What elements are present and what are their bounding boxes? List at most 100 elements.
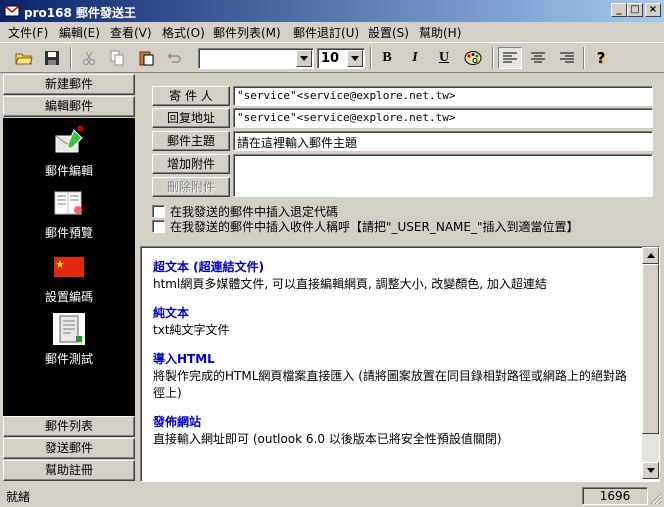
menu-unsubscribe[interactable]: 郵件退訂(U) [293,24,359,41]
sender-input[interactable]: "service"<service@explore.net.tw> [233,86,653,106]
menu-edit[interactable]: 編輯(E) [59,24,100,41]
mail-edit-icon [55,126,83,153]
align-right-button[interactable] [555,47,579,69]
sidebar: 新建郵件 編輯郵件 郵件編輯 郵件預覽 設置編碼 郵件測試 郵件列表 發送郵件 … [3,74,135,482]
title-bar[interactable]: pro168 郵件發送王 _ □ × [0,0,664,22]
tab-edit-mail[interactable]: 編輯郵件 [3,96,135,117]
mail-type-list: 超文本 (超連結文件) html網頁多媒體文件, 可以直接編輯網頁, 調整大小,… [141,247,644,479]
font-size-select[interactable]: 10 [317,48,365,69]
folder-open-icon [15,53,33,65]
arrow-down-icon [646,468,655,473]
reply-address-input[interactable]: "service"<service@explore.net.tw> [233,108,653,128]
menu-settings[interactable]: 設置(S) [368,24,409,41]
undo-button[interactable] [162,47,186,69]
bold-button[interactable]: B [375,47,399,69]
remove-attachment-button[interactable]: 刪除附件 [152,177,230,197]
recipient-name-checkbox[interactable] [152,219,165,233]
mail-header-form: 寄 件 人 "service"<service@explore.net.tw> … [140,74,660,240]
toolbar: 10 B I U ? [0,42,664,73]
align-left-button[interactable] [498,47,522,69]
recipient-name-check-label: 在我發送的郵件中插入收件人稱呼【請把"_USER_NAME_"插入到適當位置】 [170,219,579,234]
tab-send-mail[interactable]: 發送郵件 [3,438,135,459]
toolbar-separator [492,47,494,69]
cut-button[interactable] [77,47,101,69]
scroll-icon [53,313,85,345]
clipboard-icon [139,51,154,66]
color-button[interactable] [461,47,485,69]
toolbar-separator [370,47,372,69]
sidebar-item-encoding[interactable]: 設置編碼 [3,250,135,305]
mail-type-title[interactable]: 超文本 (超連結文件) [153,259,632,276]
sidebar-item-label: 設置編碼 [44,290,93,304]
tab-help-register[interactable]: 幫助註冊 [3,460,135,481]
reply-address-button[interactable]: 回复地址 [152,108,230,128]
font-name-select[interactable] [198,48,314,69]
status-count: 1696 [582,487,648,505]
copy-button[interactable] [105,47,129,69]
scroll-up-button[interactable] [642,247,659,264]
paste-button[interactable] [134,47,158,69]
underline-button[interactable]: U [432,47,456,69]
resize-grip-icon[interactable] [650,493,662,505]
mail-type-plain-text[interactable]: 純文本 txt純文字文件 [153,305,632,339]
menu-help[interactable]: 幫助(H) [419,24,461,41]
mail-type-publish-site[interactable]: 發佈網站 直接輸入網址即可 (outlook 6.0 以後版本已將安全性預設值關… [153,414,632,448]
menu-bar: 文件(F) 編輯(E) 查看(V) 格式(O) 郵件列表(M) 郵件退訂(U) … [0,22,664,41]
help-button[interactable]: ? [589,47,613,69]
menu-view[interactable]: 查看(V) [110,24,152,41]
mail-type-import-html[interactable]: 導入HTML 將製作完成的HTML網頁檔案直接匯入 (請將圖案放置在同目錄相對路… [153,351,632,402]
flag-icon [54,257,84,277]
minimize-button[interactable]: _ [611,3,627,17]
subject-button[interactable]: 郵件主題 [152,131,230,151]
sidebar-item-label: 郵件測試 [44,352,93,366]
sidebar-item-label: 郵件編輯 [44,164,93,178]
floppy-icon [45,51,59,65]
mail-type-description: html網頁多媒體文件, 可以直接編輯網頁, 調整大小, 改變顏色, 加入超連結 [153,277,547,291]
save-button[interactable] [40,47,64,69]
palette-icon [464,51,482,65]
content-panel: 超文本 (超連結文件) html網頁多媒體文件, 可以直接編輯網頁, 調整大小,… [140,246,660,482]
copy-icon [110,50,124,66]
attachment-list[interactable] [233,154,653,197]
unsubscribe-checkbox[interactable] [152,204,165,218]
menu-format[interactable]: 格式(O) [162,24,205,41]
font-size-dropdown-icon[interactable] [347,50,363,67]
menu-file[interactable]: 文件(F) [8,24,48,41]
font-name-dropdown-icon[interactable] [296,50,312,67]
sidebar-item-mail-preview[interactable]: 郵件預覽 [3,186,135,241]
sidebar-item-mail-test[interactable]: 郵件測試 [3,312,135,367]
add-attachment-button[interactable]: 增加附件 [152,154,230,174]
menu-mail-list[interactable]: 郵件列表(M) [213,24,281,41]
mail-type-description: txt純文字文件 [153,323,230,337]
status-text: 就緒 [6,490,31,504]
open-button[interactable] [12,47,36,69]
scroll-down-button[interactable] [642,462,659,479]
scroll-thumb[interactable] [642,264,659,434]
maximize-button[interactable]: □ [627,3,643,17]
close-button[interactable]: × [645,3,661,17]
sidebar-item-label: 郵件預覽 [44,226,93,240]
mail-type-description: 直接輸入網址即可 (outlook 6.0 以後版本已將安全性預設值關閉) [153,432,502,446]
sender-button[interactable]: 寄 件 人 [152,86,230,106]
tab-mail-list[interactable]: 郵件列表 [3,416,135,437]
arrow-up-icon [646,253,655,258]
align-right-icon [560,52,574,63]
sidebar-item-mail-edit[interactable]: 郵件編輯 [3,124,135,179]
unsubscribe-check-row[interactable]: 在我發送的郵件中插入退定代碼 [152,204,338,219]
mail-type-title[interactable]: 純文本 [153,305,632,322]
align-center-button[interactable] [526,47,550,69]
mail-type-title[interactable]: 發佈網站 [153,414,632,431]
mail-type-title[interactable]: 導入HTML [153,351,632,368]
mail-type-rich-text[interactable]: 超文本 (超連結文件) html網頁多媒體文件, 可以直接編輯網頁, 調整大小,… [153,259,632,293]
toolbar-separator [583,47,585,69]
mail-type-description: 將製作完成的HTML網頁檔案直接匯入 (請將圖案放置在同目錄相對路徑或網路上的絕… [153,369,627,400]
app-icon [4,5,20,17]
subject-input[interactable]: 請在這裡輸入郵件主題 [233,131,653,151]
italic-button[interactable]: I [403,47,427,69]
vertical-scrollbar[interactable] [642,247,659,479]
toolbar-separator [70,47,72,69]
book-icon [54,191,82,215]
window-title: pro168 郵件發送王 [24,6,136,20]
tab-new-mail[interactable]: 新建郵件 [3,74,135,95]
recipient-name-check-row[interactable]: 在我發送的郵件中插入收件人稱呼【請把"_USER_NAME_"插入到適當位置】 [152,219,579,234]
